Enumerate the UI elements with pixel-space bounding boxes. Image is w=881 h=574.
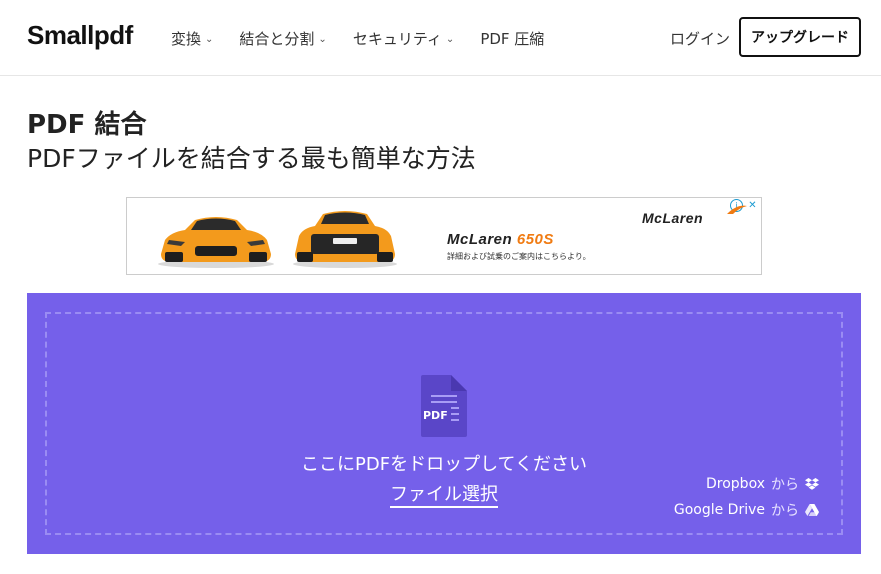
drop-instruction: ここにPDFをドロップしてください xyxy=(301,454,587,475)
dropbox-icon xyxy=(805,478,819,490)
chevron-down-icon: ⌄ xyxy=(318,34,327,45)
dropbox-from: から xyxy=(771,477,799,493)
upgrade-button[interactable]: アップグレード xyxy=(739,17,861,57)
mclaren-swoosh-icon xyxy=(727,205,747,214)
main-nav: 変換 ⌄ 結合と分割 ⌄ セキュリティ ⌄ PDF 圧縮 xyxy=(171,28,544,49)
ad-corner-brand: McLaren xyxy=(642,210,704,226)
nav-security[interactable]: セキュリティ ⌄ xyxy=(353,28,455,49)
car-image-front xyxy=(158,217,274,268)
dropbox-label: Dropbox xyxy=(706,476,765,492)
nav-merge-split[interactable]: 結合と分割 ⌄ xyxy=(239,28,326,49)
dropbox-option[interactable]: Dropbox から xyxy=(706,474,819,494)
pdf-icon-label: PDF xyxy=(423,409,448,422)
chevron-down-icon: ⌄ xyxy=(445,34,455,45)
ad-brand-title: McLaren 650S xyxy=(447,231,554,248)
nav-compress-label: PDF 圧縮 xyxy=(480,30,545,48)
nav-convert[interactable]: 変換 ⌄ xyxy=(171,28,213,49)
file-drop-zone[interactable]: PDF ここにPDFをドロップしてください ファイル選択 Dropbox から … xyxy=(27,293,861,554)
nav-compress[interactable]: PDF 圧縮 xyxy=(480,28,544,49)
gdrive-label: Google Drive xyxy=(673,502,765,518)
nav-merge-split-label: 結合と分割 xyxy=(239,30,315,48)
google-drive-icon xyxy=(805,504,819,516)
gdrive-from: から xyxy=(771,503,799,519)
smallpdf-logo[interactable]: Smallpdf xyxy=(27,20,133,51)
choose-file-link[interactable]: ファイル選択 xyxy=(390,484,498,508)
nav-convert-label: 変換 xyxy=(171,30,202,48)
page-subtitle: PDFファイルを結合する最も簡単な方法 xyxy=(27,144,476,173)
pdf-file-icon: PDF xyxy=(421,375,467,437)
car-image-rear xyxy=(293,211,397,268)
ad-model: 650S xyxy=(516,231,554,248)
ad-brand: McLaren xyxy=(447,231,513,248)
google-drive-option[interactable]: Google Drive から xyxy=(674,500,819,520)
ad-banner[interactable]: i ✕ McLaren 650S 詳細および試乗のご案内はこちらより。 McLa… xyxy=(126,197,762,275)
ad-caption: 詳細および試乗のご案内はこちらより。 xyxy=(447,252,591,261)
page-title: PDF 結合 xyxy=(27,110,147,140)
nav-security-label: セキュリティ xyxy=(352,30,442,48)
login-link[interactable]: ログイン xyxy=(670,28,730,49)
chevron-down-icon: ⌄ xyxy=(205,34,214,45)
top-header: Smallpdf 変換 ⌄ 結合と分割 ⌄ セキュリティ ⌄ PDF 圧縮 ログ… xyxy=(0,0,881,76)
